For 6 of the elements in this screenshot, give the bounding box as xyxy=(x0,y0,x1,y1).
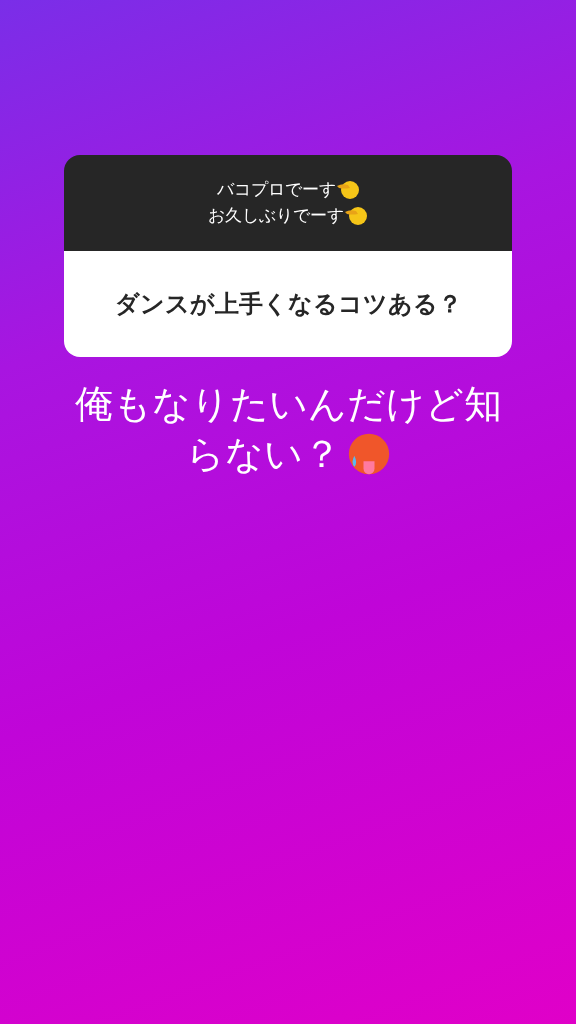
header-text: バコプロでーす xyxy=(216,178,336,201)
question-text: ダンスが上手くなるコツある？ xyxy=(114,289,462,320)
caption-text: らない？ xyxy=(185,431,341,478)
hot-emoji-icon xyxy=(346,432,391,476)
header-text: お久しぶりでーす xyxy=(208,204,344,227)
caption-text: 俺もなりたいんだけど知 xyxy=(74,381,502,428)
